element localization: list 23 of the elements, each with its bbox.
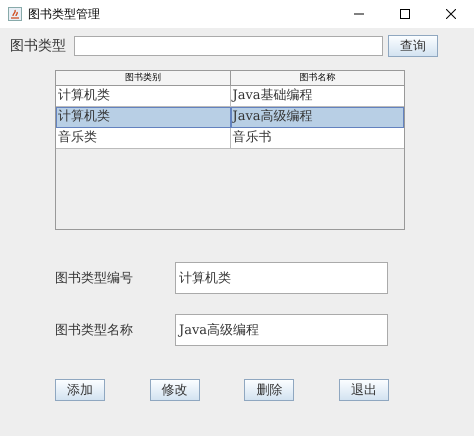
table-cell[interactable]: Java高级编程 bbox=[230, 107, 404, 128]
maximize-icon[interactable] bbox=[400, 9, 410, 19]
action-button[interactable]: 修改 bbox=[150, 379, 200, 401]
query-button[interactable]: 查询 bbox=[388, 35, 438, 57]
field-label: 图书类型名称 bbox=[55, 322, 134, 339]
column-header[interactable]: 图书类别 bbox=[56, 71, 230, 86]
field-label: 图书类型编号 bbox=[55, 270, 134, 287]
action-button[interactable]: 删除 bbox=[244, 379, 294, 401]
column-header[interactable]: 图书名称 bbox=[230, 71, 404, 86]
action-button[interactable]: 添加 bbox=[55, 379, 105, 401]
table-cell[interactable]: Java基础编程 bbox=[230, 86, 404, 107]
window-title: 图书类型管理 bbox=[28, 6, 101, 22]
table-cell[interactable]: 音乐书 bbox=[230, 128, 404, 149]
table-cell[interactable]: 音乐类 bbox=[56, 128, 230, 149]
input-field[interactable]: Java高级编程 bbox=[175, 314, 388, 346]
table-cell[interactable]: 计算机类 bbox=[56, 107, 230, 128]
table-cell[interactable]: 计算机类 bbox=[56, 86, 230, 107]
close-icon[interactable] bbox=[446, 9, 456, 19]
action-button[interactable]: 退出 bbox=[338, 379, 389, 401]
input-field[interactable]: 计算机类 bbox=[175, 262, 388, 294]
search-label: 图书类型 bbox=[10, 37, 66, 55]
search-field[interactable] bbox=[74, 36, 383, 56]
app-icon bbox=[8, 7, 22, 21]
